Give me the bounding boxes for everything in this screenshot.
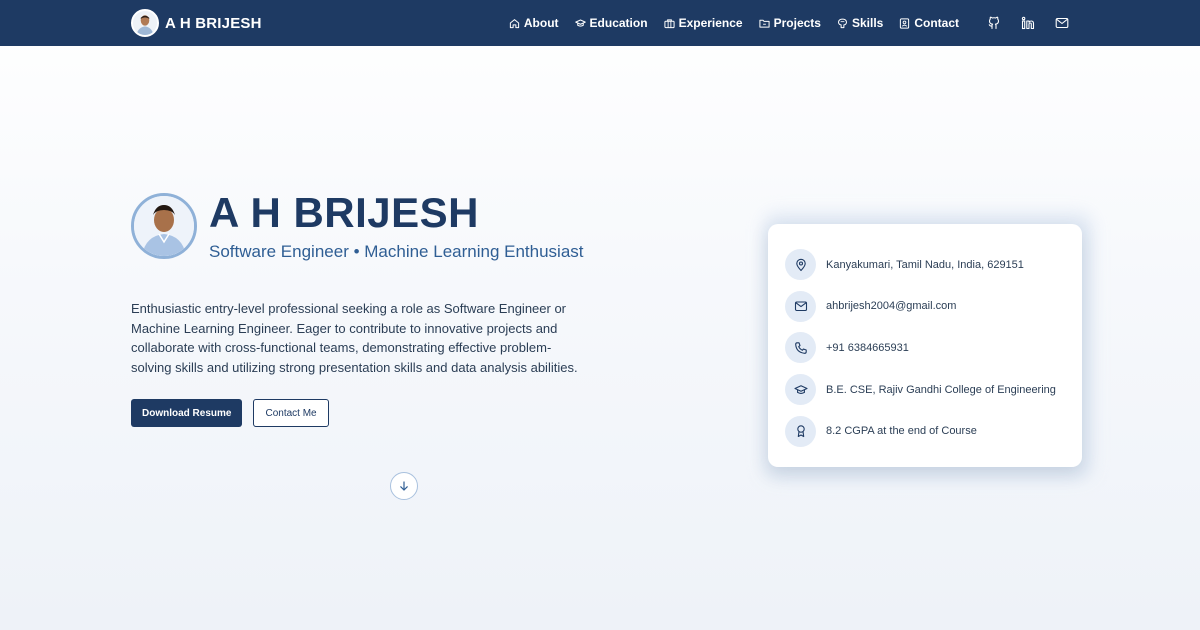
linkedin-link[interactable] <box>1021 16 1035 30</box>
nav-item-label: Projects <box>773 16 821 30</box>
nav-item-projects[interactable]: Projects <box>759 16 821 30</box>
hero-header: A H BRIJESH Software Engineer • Machine … <box>131 190 584 262</box>
nav-item-education[interactable]: Education <box>574 16 648 30</box>
info-row-location: Kanyakumari, Tamil Nadu, India, 629151 <box>785 248 1066 281</box>
mail-icon <box>1055 17 1069 29</box>
download-resume-button[interactable]: Download Resume <box>131 399 243 427</box>
nav-item-skills[interactable]: Skills <box>837 16 883 30</box>
github-icon <box>988 16 1000 30</box>
brand-avatar <box>131 9 159 37</box>
github-link[interactable] <box>987 16 1001 30</box>
hero-actions: Download Resume Contact Me <box>131 399 329 427</box>
email-link[interactable] <box>1055 16 1069 30</box>
briefcase-icon <box>663 18 675 28</box>
phone-icon <box>785 332 816 364</box>
nav-item-experience[interactable]: Experience <box>663 16 743 30</box>
brand[interactable]: A H BRIJESH <box>131 9 262 37</box>
award-icon <box>785 415 816 447</box>
home-icon <box>509 18 520 28</box>
nav-item-label: Education <box>589 16 648 30</box>
info-row-email: ahbrijesh2004@gmail.com <box>785 290 1066 323</box>
nav-item-label: Contact <box>914 16 959 30</box>
brand-name: A H BRIJESH <box>165 14 262 32</box>
folder-icon <box>759 19 770 28</box>
scroll-down-button[interactable] <box>390 472 418 500</box>
hero-subtitle: Software Engineer • Machine Learning Ent… <box>209 242 584 261</box>
linkedin-icon <box>1021 16 1035 30</box>
graduation-cap-icon <box>785 374 816 406</box>
info-cgpa: 8.2 CGPA at the end of Course <box>826 425 977 438</box>
hero-titles: A H BRIJESH Software Engineer • Machine … <box>209 190 584 262</box>
info-row-cgpa: 8.2 CGPA at the end of Course <box>785 415 1066 448</box>
info-email[interactable]: ahbrijesh2004@gmail.com <box>826 300 956 312</box>
info-phone[interactable]: +91 6384665931 <box>826 342 909 354</box>
hero-name: A H BRIJESH <box>209 189 479 236</box>
nav-item-label: Experience <box>678 16 743 30</box>
graduation-cap-icon <box>574 19 586 27</box>
social-links <box>987 16 1069 30</box>
info-row-phone: +91 6384665931 <box>785 331 1066 364</box>
nav-links: About Education Experience Projects Skil… <box>509 16 959 30</box>
info-education: B.E. CSE, Rajiv Gandhi College of Engine… <box>826 383 1056 396</box>
navbar: A H BRIJESH About Education Experience P… <box>0 0 1200 46</box>
info-location: Kanyakumari, Tamil Nadu, India, 629151 <box>826 258 1024 271</box>
mail-icon <box>785 290 816 322</box>
nav-item-label: About <box>523 16 559 30</box>
nav-item-about[interactable]: About <box>509 16 559 30</box>
hero-description: Enthusiastic entry-level professional se… <box>131 301 578 375</box>
nav-item-label: Skills <box>851 16 884 30</box>
location-pin-icon <box>785 249 816 280</box>
brain-icon <box>837 18 847 28</box>
contact-me-button[interactable]: Contact Me <box>253 399 329 427</box>
profile-photo <box>131 193 197 259</box>
info-card: Kanyakumari, Tamil Nadu, India, 629151 a… <box>768 224 1082 467</box>
nav-item-contact[interactable]: Contact <box>899 16 959 30</box>
arrow-down-icon <box>400 481 408 491</box>
info-row-education: B.E. CSE, Rajiv Gandhi College of Engine… <box>785 373 1066 406</box>
contact-card-icon <box>900 17 910 29</box>
